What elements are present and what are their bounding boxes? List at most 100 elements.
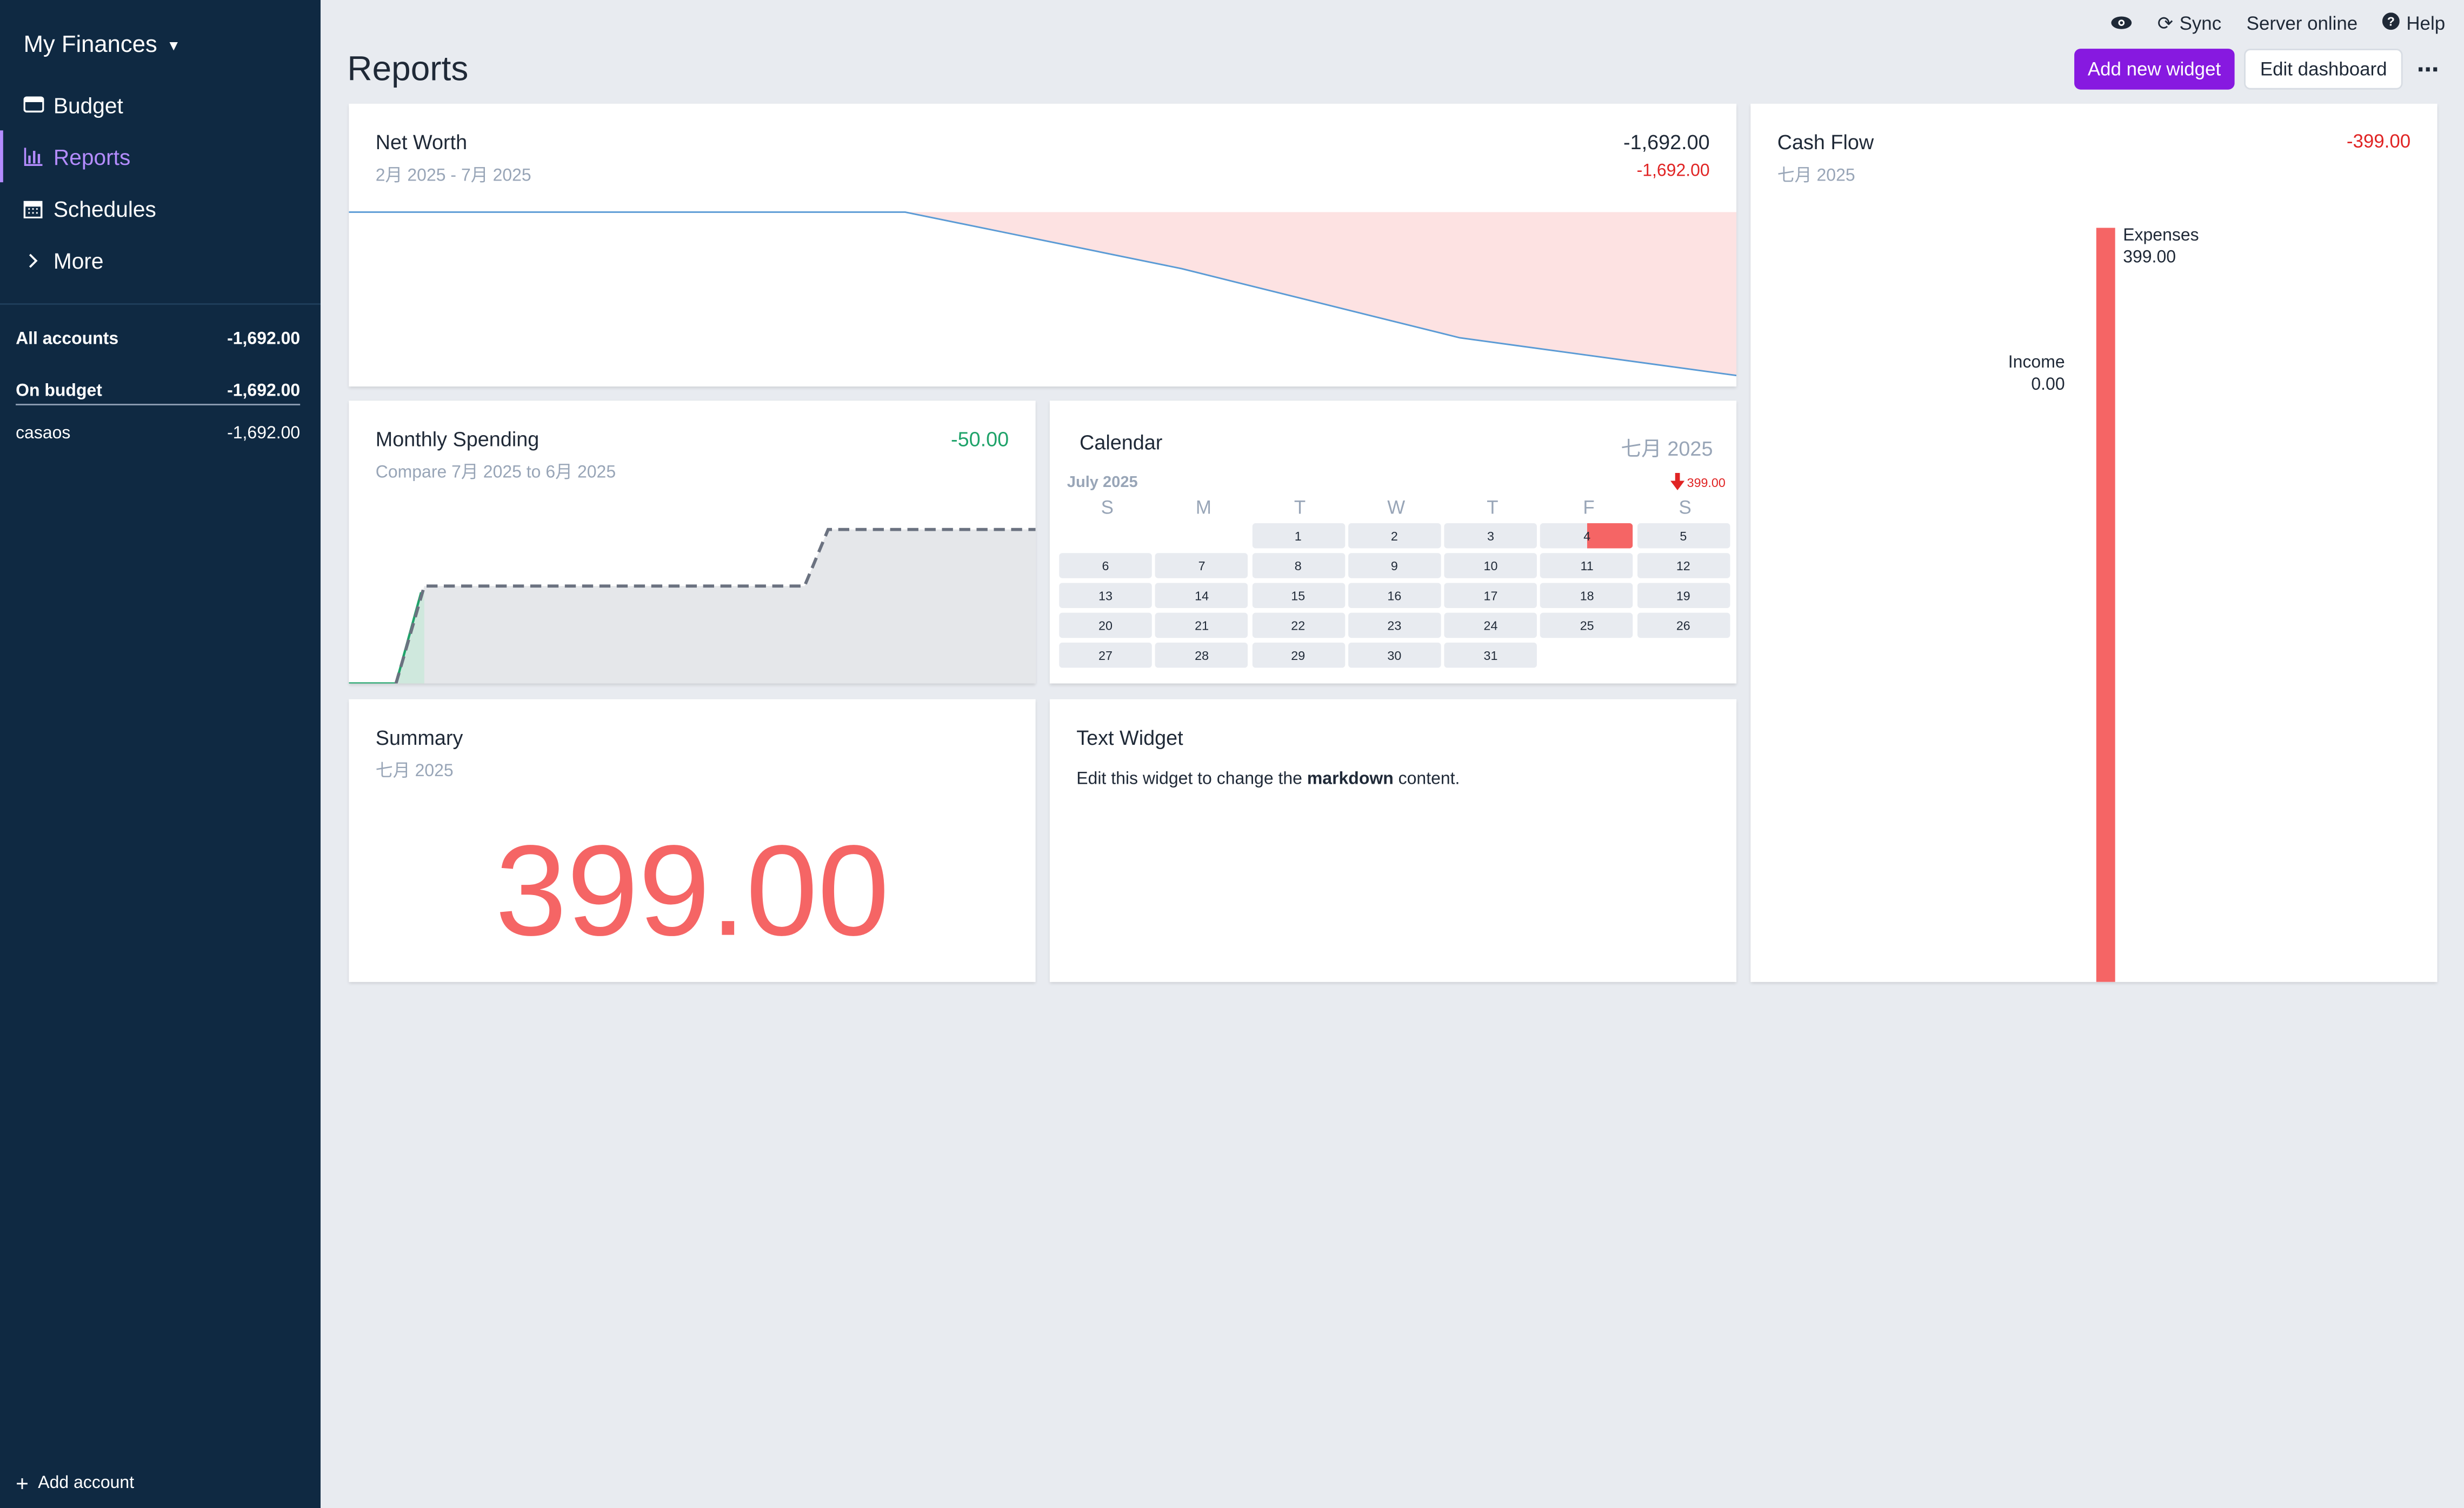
expenses-label-group: Expenses 399.00 xyxy=(2123,225,2199,269)
calendar-day[interactable]: 23 xyxy=(1348,612,1441,638)
calendar-day[interactable]: 16 xyxy=(1348,583,1441,608)
calendar-day[interactable]: 1 xyxy=(1251,523,1344,549)
calendar-total-value: 399.00 xyxy=(1687,476,1726,490)
calendar-day[interactable]: 11 xyxy=(1540,553,1634,578)
calendar-day-number: 11 xyxy=(1580,558,1594,573)
account-balance: -1,692.00 xyxy=(227,330,301,349)
calendar-day-number: 6 xyxy=(1102,558,1109,573)
calendar-day[interactable]: 31 xyxy=(1444,642,1537,668)
calendar-day[interactable]: 19 xyxy=(1637,583,1730,608)
calendar-day-number: 25 xyxy=(1580,618,1594,633)
widget-title: Cash Flow xyxy=(1777,130,1874,154)
calendar-day-number: 22 xyxy=(1291,618,1306,633)
net-worth-widget[interactable]: Net Worth 2月 2025 - 7月 2025 -1,692.00 -1… xyxy=(349,103,1737,387)
calendar-day[interactable]: 8 xyxy=(1251,553,1344,578)
calendar-day-number: 1 xyxy=(1294,529,1302,543)
calendar-day[interactable]: 27 xyxy=(1059,642,1152,668)
calendar-day[interactable]: 15 xyxy=(1251,583,1344,608)
calendar-day-number: 20 xyxy=(1098,618,1113,633)
calendar-day[interactable]: 25 xyxy=(1540,612,1634,638)
calendar-day[interactable]: 2 xyxy=(1348,523,1441,549)
page-title: Reports xyxy=(347,49,469,88)
calendar-day-number: 17 xyxy=(1483,588,1498,603)
calendar-grid: SMTWTFS 1 2 3 4 5 6 7 8 9 10 11 12 13 14 15 16 17 18 19 20 2… xyxy=(1059,497,1733,668)
expenses-value: 399.00 xyxy=(2123,248,2176,268)
calendar-day-number: 14 xyxy=(1195,588,1209,603)
weekday-label: T xyxy=(1294,496,1306,519)
weekday-label: W xyxy=(1387,496,1406,519)
caret-down-icon: ▼ xyxy=(167,37,181,53)
calendar-day[interactable]: 5 xyxy=(1637,523,1730,549)
sidebar-item-budget[interactable]: Budget xyxy=(0,78,321,130)
sidebar-item-schedules[interactable]: Schedules xyxy=(0,182,321,234)
arrow-down-icon xyxy=(1669,472,1684,493)
text-widget[interactable]: Text Widget Edit this widget to change t… xyxy=(1049,699,1737,982)
calendar-day[interactable]: 4 xyxy=(1540,523,1634,549)
calendar-day[interactable]: 30 xyxy=(1348,642,1441,668)
cash-flow-widget[interactable]: Cash Flow 七月 2025 -399.00 Expenses 399.0… xyxy=(1750,103,2438,982)
add-new-widget-button[interactable]: Add new widget xyxy=(2073,49,2235,90)
calendar-total: 399.00 xyxy=(1669,472,1726,493)
calendar-day[interactable]: 29 xyxy=(1251,642,1344,668)
calendar-day[interactable]: 14 xyxy=(1155,583,1248,608)
calendar-day-number: 9 xyxy=(1390,558,1398,573)
calendar-day[interactable]: 26 xyxy=(1637,612,1730,638)
calendar-week-row: 1 2 3 4 5 xyxy=(1059,523,1733,549)
account-name: All accounts xyxy=(16,330,119,349)
calendar-day[interactable]: 28 xyxy=(1155,642,1248,668)
calendar-day-number: 21 xyxy=(1195,618,1209,633)
summary-widget[interactable]: Summary 七月 2025 399.00 xyxy=(349,699,1036,982)
add-account-button[interactable]: + Add account xyxy=(16,1471,134,1496)
help-button[interactable]: ? Help xyxy=(2382,12,2446,35)
sidebar-item-more[interactable]: More xyxy=(0,234,321,286)
calendar-day[interactable]: 13 xyxy=(1059,583,1152,608)
calendar-day[interactable]: 7 xyxy=(1155,553,1248,578)
monthly-spending-widget[interactable]: Monthly Spending Compare 7月 2025 to 6月 2… xyxy=(349,401,1036,684)
edit-dashboard-button[interactable]: Edit dashboard xyxy=(2244,49,2403,90)
calendar-day-number: 12 xyxy=(1676,558,1690,573)
calendar-day-number: 29 xyxy=(1291,648,1306,663)
calendar-day[interactable]: 9 xyxy=(1348,553,1441,578)
calendar-day-number: 26 xyxy=(1676,618,1690,633)
account-row-casaos[interactable]: casaos -1,692.00 xyxy=(16,424,300,443)
calendar-day-number: 10 xyxy=(1483,558,1498,573)
calendar-day[interactable]: 18 xyxy=(1540,583,1634,608)
calendar-day-number: 15 xyxy=(1291,588,1306,603)
text-widget-content-start: Edit this widget to change the xyxy=(1076,770,1307,789)
calendar-day[interactable]: 3 xyxy=(1444,523,1537,549)
calendar-day[interactable]: 21 xyxy=(1155,612,1248,638)
calendar-month-label[interactable]: July 2025 xyxy=(1067,475,1138,492)
sync-button[interactable]: ⟳ Sync xyxy=(2157,12,2221,35)
account-row-all[interactable]: All accounts -1,692.00 xyxy=(16,330,300,349)
calendar-empty-cell xyxy=(1059,523,1151,549)
income-label: Income xyxy=(2008,353,2065,372)
calendar-day[interactable]: 12 xyxy=(1637,553,1730,578)
calendar-weekday-header: SMTWTFS xyxy=(1059,497,1733,519)
text-widget-content-end: content. xyxy=(1393,770,1460,789)
privacy-toggle-button[interactable] xyxy=(2110,12,2132,35)
account-row-on-budget[interactable]: On budget -1,692.00 xyxy=(16,382,300,405)
calendar-day-number: 4 xyxy=(1583,529,1591,543)
calendar-empty-cell xyxy=(1541,643,1633,668)
more-options-button[interactable]: ⋯ xyxy=(2412,49,2443,90)
calendar-day[interactable]: 6 xyxy=(1059,553,1152,578)
calendar-day[interactable]: 10 xyxy=(1444,553,1537,578)
budget-name-menu[interactable]: My Finances ▼ xyxy=(24,31,181,58)
bar-chart-icon xyxy=(22,145,44,168)
chevron-right-icon xyxy=(22,249,44,271)
sidebar-item-reports[interactable]: Reports xyxy=(0,130,321,183)
calendar-day[interactable]: 24 xyxy=(1444,612,1537,638)
sidebar-item-label: Reports xyxy=(53,143,131,169)
calendar-widget[interactable]: Calendar 七月 2025 July 2025 399.00 S M T W T F… xyxy=(1049,401,1737,684)
calendar-day[interactable]: 22 xyxy=(1251,612,1344,638)
help-label: Help xyxy=(2406,12,2446,35)
account-name: On budget xyxy=(16,382,102,401)
server-status-button[interactable]: Server online xyxy=(2247,12,2358,35)
sidebar-item-label: Budget xyxy=(53,92,123,117)
calendar-day[interactable]: 20 xyxy=(1059,612,1152,638)
calendar-day-number: 13 xyxy=(1098,588,1113,603)
sidebar-divider xyxy=(0,303,321,305)
calendar-week-row: 20 21 22 23 24 25 26 xyxy=(1059,612,1733,638)
calendar-day[interactable]: 17 xyxy=(1444,583,1537,608)
calendar-week-row: 13 14 15 16 17 18 19 xyxy=(1059,583,1733,608)
